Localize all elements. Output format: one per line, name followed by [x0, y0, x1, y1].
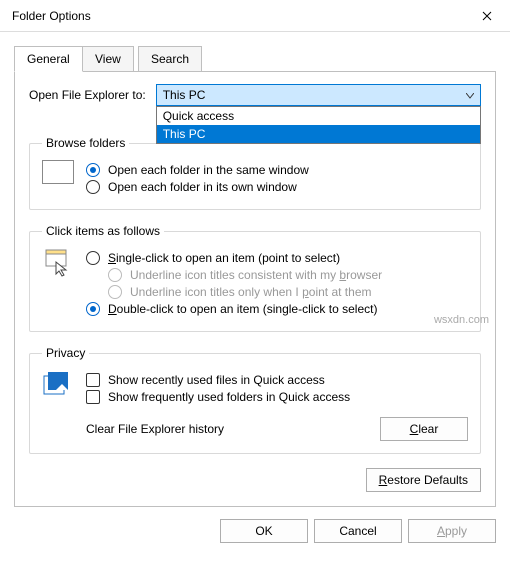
- dropdown-option-this-pc[interactable]: This PC: [157, 125, 480, 143]
- open-explorer-row: Open File Explorer to: This PC Quick acc…: [29, 84, 481, 106]
- tab-body: Open File Explorer to: This PC Quick acc…: [14, 71, 496, 507]
- radio-underline-point: [108, 285, 122, 299]
- radio-single-click-label: Single-click to open an item (point to s…: [108, 251, 340, 265]
- browse-folders-legend: Browse folders: [42, 136, 129, 150]
- tab-search[interactable]: Search: [138, 46, 202, 72]
- checkbox-frequent-folders[interactable]: [86, 390, 100, 404]
- privacy-group: Privacy Show recently used files in Quic…: [29, 346, 481, 454]
- browse-folders-group: Browse folders Open each folder in the s…: [29, 136, 481, 210]
- radio-same-window-label: Open each folder in the same window: [108, 163, 309, 177]
- radio-double-click[interactable]: [86, 302, 100, 316]
- clear-history-label: Clear File Explorer history: [86, 422, 224, 436]
- radio-underline-browser-label: Underline icon titles consistent with my…: [130, 268, 382, 282]
- tab-view[interactable]: View: [82, 46, 134, 72]
- close-icon: [482, 11, 492, 21]
- click-items-group: Click items as follows Single-click to o…: [29, 224, 481, 332]
- open-explorer-dropdown[interactable]: Quick access This PC: [156, 106, 481, 144]
- tab-general[interactable]: General: [14, 46, 83, 72]
- radio-own-window[interactable]: [86, 180, 100, 194]
- checkbox-recent-files-label: Show recently used files in Quick access: [108, 373, 325, 387]
- radio-underline-browser: [108, 268, 122, 282]
- open-explorer-label: Open File Explorer to:: [29, 88, 146, 102]
- checkbox-recent-files[interactable]: [86, 373, 100, 387]
- open-explorer-selected: This PC: [163, 88, 206, 102]
- close-button[interactable]: [464, 0, 510, 32]
- radio-double-click-label: Double-click to open an item (single-cli…: [108, 302, 377, 316]
- open-explorer-select[interactable]: This PC Quick access This PC: [156, 84, 481, 106]
- watermark: wsxdn.com: [434, 314, 489, 326]
- dialog-content: General View Search Open File Explorer t…: [0, 32, 510, 519]
- apply-button: Apply: [408, 519, 496, 543]
- tab-strip: General View Search: [14, 46, 496, 72]
- clear-button[interactable]: Clear: [380, 417, 468, 441]
- window-title: Folder Options: [12, 9, 91, 23]
- cancel-button[interactable]: Cancel: [314, 519, 402, 543]
- radio-underline-point-label: Underline icon titles only when I point …: [130, 285, 371, 299]
- checkbox-frequent-folders-label: Show frequently used folders in Quick ac…: [108, 390, 350, 404]
- click-items-legend: Click items as follows: [42, 224, 164, 238]
- privacy-icon: [42, 370, 76, 401]
- radio-same-window[interactable]: [86, 163, 100, 177]
- titlebar: Folder Options: [0, 0, 510, 32]
- dropdown-option-quick-access[interactable]: Quick access: [157, 107, 480, 125]
- click-icon: [42, 248, 76, 281]
- restore-defaults-button[interactable]: Restore Defaults: [366, 468, 481, 492]
- dialog-buttons: OK Cancel Apply: [0, 519, 510, 555]
- ok-button[interactable]: OK: [220, 519, 308, 543]
- chevron-down-icon: [466, 88, 474, 102]
- folder-icon: [42, 160, 76, 184]
- radio-own-window-label: Open each folder in its own window: [108, 180, 297, 194]
- privacy-legend: Privacy: [42, 346, 89, 360]
- radio-single-click[interactable]: [86, 251, 100, 265]
